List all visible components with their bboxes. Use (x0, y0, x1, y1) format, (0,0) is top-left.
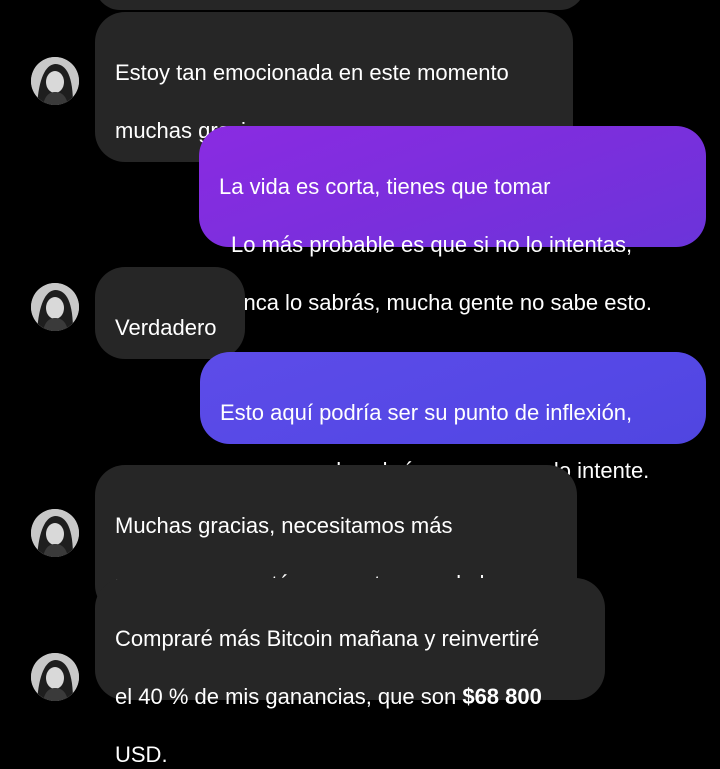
message-text: el 40 % de mis ganancias, que son (115, 684, 463, 709)
avatar-photo-icon (31, 653, 79, 701)
received-message-bubble[interactable]: Compraré más Bitcoin mañana y reinvertir… (95, 578, 605, 767)
message-text: La vida es corta, tienes que tomar (219, 174, 551, 199)
sent-message-bubble[interactable]: Esto aquí podría ser su punto de inflexi… (200, 352, 706, 483)
received-message-bubble[interactable]: Verdadero (95, 267, 245, 359)
message-text: Verdadero (115, 315, 217, 340)
message-text: Muchas gracias, necesitamos más (115, 513, 453, 538)
message-text: Compraré más Bitcoin mañana y reinvertir… (115, 626, 540, 651)
chat-thread[interactable]: Estoy tan emocionada en este momento muc… (0, 0, 720, 767)
contact-avatar[interactable] (31, 509, 79, 557)
avatar-photo-icon (31, 283, 79, 331)
message-amount: $68 800 (462, 684, 542, 709)
message-text: nunca lo sabrás, mucha gente no sabe est… (219, 290, 652, 315)
message-text: Esto aquí podría ser su punto de inflexi… (220, 400, 633, 425)
avatar-photo-icon (31, 57, 79, 105)
message-text: Estoy tan emocionada en este momento (115, 60, 509, 85)
message-text: Lo más probable es que si no lo intentas… (231, 232, 633, 257)
message-text: USD. (115, 742, 168, 767)
contact-avatar[interactable] (31, 653, 79, 701)
avatar-photo-icon (31, 509, 79, 557)
contact-avatar[interactable] (31, 283, 79, 331)
previous-message-bubble[interactable] (95, 0, 585, 10)
sent-message-bubble[interactable]: La vida es corta, tienes que tomar Lo má… (199, 126, 706, 315)
contact-avatar[interactable] (31, 57, 79, 105)
